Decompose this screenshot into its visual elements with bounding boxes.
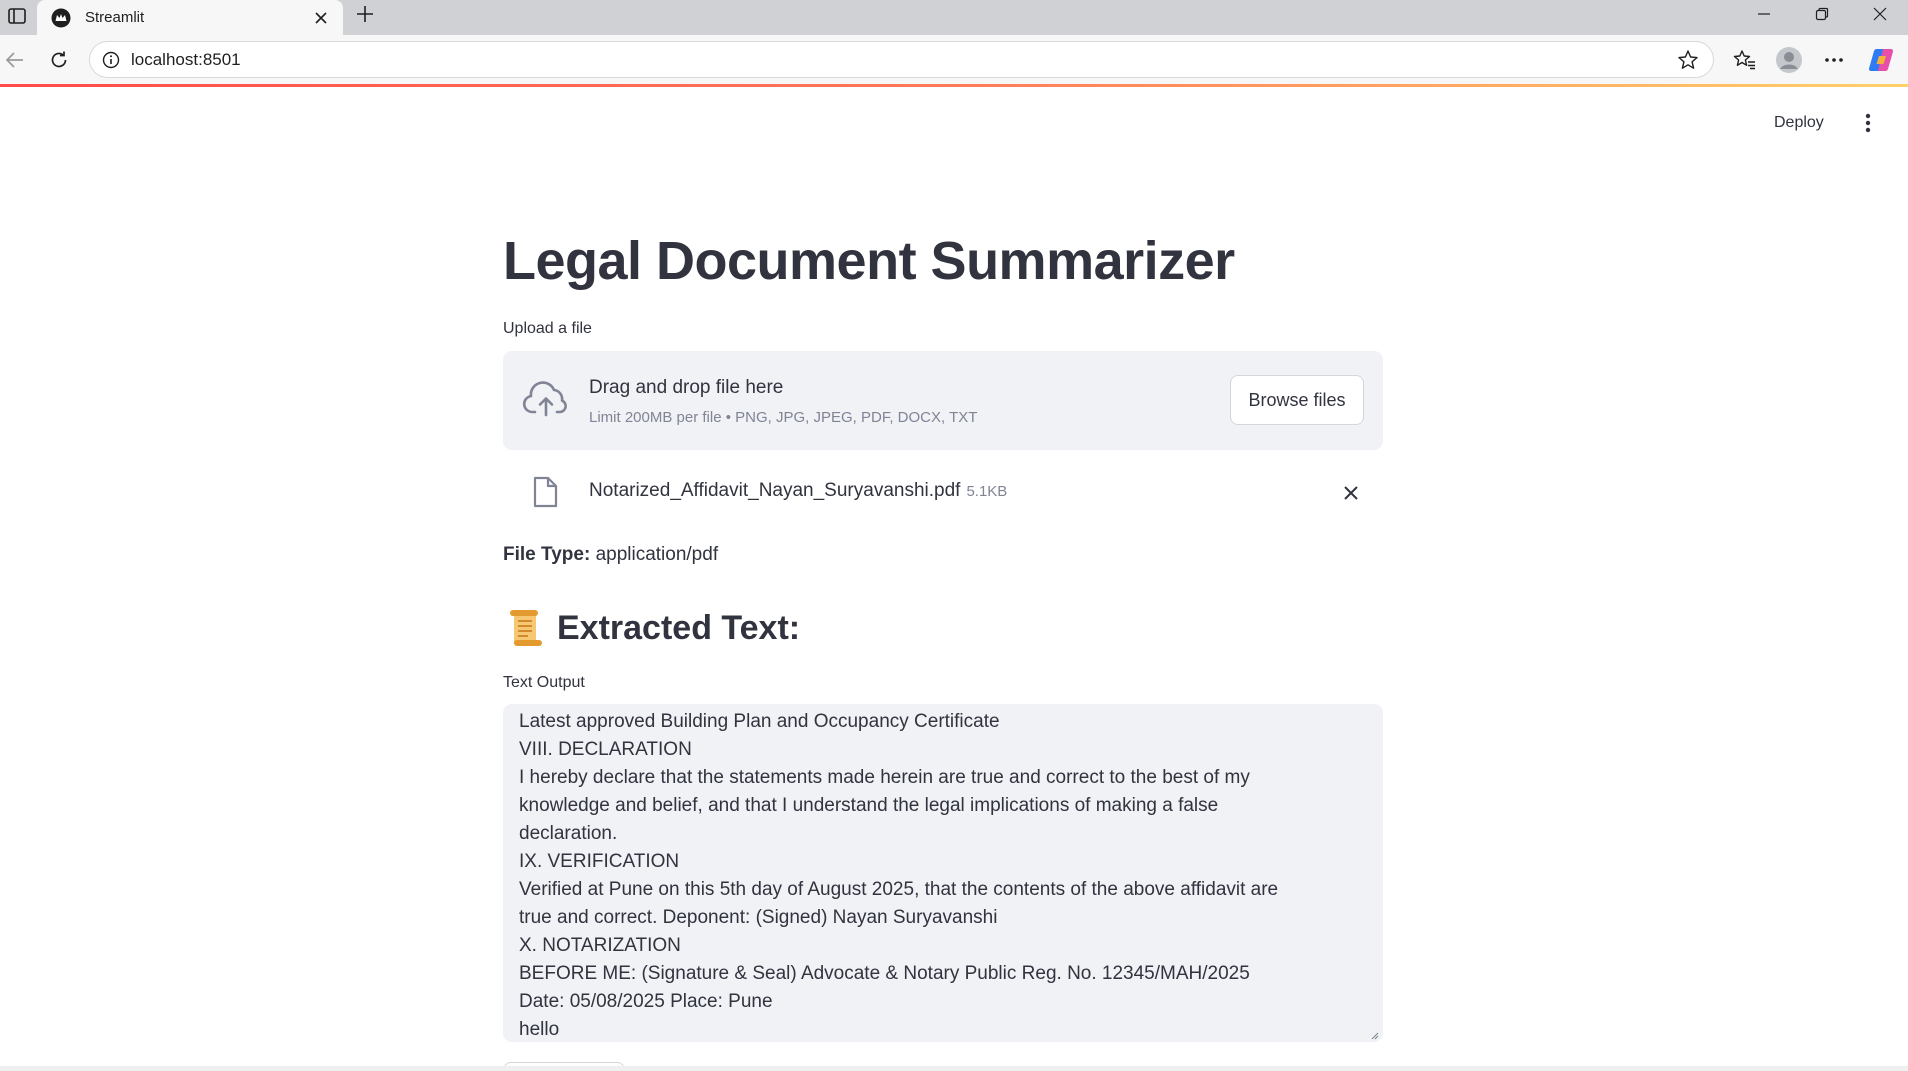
page-title: Legal Document Summarizer <box>503 231 1235 291</box>
address-url[interactable]: localhost:8501 <box>131 50 1675 70</box>
restore-icon[interactable] <box>1794 0 1850 28</box>
file-dropzone[interactable]: Drag and drop file here Limit 200MB per … <box>503 351 1383 450</box>
resize-grip-icon[interactable] <box>1369 1030 1379 1040</box>
text-output-line: X. NOTARIZATION <box>519 935 681 956</box>
file-size: 5.1KB <box>966 483 1008 500</box>
text-output-line: declaration. <box>519 823 618 844</box>
text-output-line: Verified at Pune on this 5th day of Augu… <box>519 879 1279 900</box>
browse-files-button[interactable]: Browse files <box>1230 375 1364 425</box>
file-name-text: Notarized_Affidavit_Nayan_Suryavanshi.pd… <box>589 480 961 501</box>
profile-icon[interactable] <box>1774 45 1804 75</box>
remove-file-button[interactable] <box>1336 478 1366 508</box>
browser-tab[interactable]: Streamlit <box>37 0 343 35</box>
sidebar-toggle-icon[interactable] <box>4 3 30 29</box>
browser-tab-bar: Streamlit <box>0 0 1908 35</box>
file-type-label: File Type: <box>503 544 591 565</box>
deploy-button[interactable]: Deploy <box>1764 106 1834 140</box>
tab-close-icon[interactable] <box>309 6 333 30</box>
dropzone-limit-text: Limit 200MB per file • PNG, JPG, JPEG, P… <box>589 409 978 426</box>
uploaded-file-name: Notarized_Affidavit_Nayan_Suryavanshi.pd… <box>589 480 1007 502</box>
text-output-line: BEFORE ME: (Signature & Seal) Advocate &… <box>519 963 1250 984</box>
back-arrow-icon[interactable] <box>0 45 30 75</box>
text-output-line: hello <box>519 1019 560 1040</box>
text-output-line: IX. VERIFICATION <box>519 851 680 872</box>
favorites-icon[interactable] <box>1730 45 1760 75</box>
text-output-line: knowledge and belief, and that I underst… <box>519 795 1219 816</box>
file-type-value: application/pdf <box>595 544 719 565</box>
cloud-upload-icon <box>522 381 567 417</box>
main-menu-button[interactable] <box>1852 106 1884 140</box>
extracted-text-title: Extracted Text: <box>557 608 801 647</box>
streamlit-crown-icon <box>51 8 71 28</box>
dropzone-title: Drag and drop file here <box>589 377 784 398</box>
uploaded-file-row: Notarized_Affidavit_Nayan_Suryavanshi.pd… <box>503 466 1383 518</box>
window-bottom-edge <box>0 1066 1908 1071</box>
close-icon <box>1344 486 1358 500</box>
ellipsis-icon[interactable] <box>1819 45 1849 75</box>
star-icon[interactable] <box>1675 47 1701 73</box>
file-icon <box>533 476 558 508</box>
extracted-text-heading: Extracted Text: <box>507 608 800 648</box>
text-output-label: Text Output <box>503 674 585 691</box>
text-output-line: Latest approved Building Plan and Occupa… <box>519 711 1000 732</box>
info-icon[interactable] <box>100 49 122 71</box>
text-output-line: true and correct. Deponent: (Signed) Nay… <box>519 907 998 928</box>
copilot-icon[interactable] <box>1866 45 1896 75</box>
address-bar[interactable]: localhost:8501 <box>89 41 1714 78</box>
upload-label: Upload a file <box>503 320 592 337</box>
tab-title: Streamlit <box>85 9 145 26</box>
new-tab-plus-icon[interactable] <box>350 0 380 28</box>
reload-icon[interactable] <box>44 45 74 75</box>
minimize-icon[interactable] <box>1736 0 1792 28</box>
kebab-menu-icon <box>1865 113 1871 133</box>
file-type-line: File Type: application/pdf <box>503 544 718 566</box>
text-output-line: Date: 05/08/2025 Place: Pune <box>519 991 773 1012</box>
browser-toolbar: localhost:8501 <box>0 35 1908 85</box>
text-output-line: VIII. DECLARATION <box>519 739 692 760</box>
app-header: Deploy <box>0 87 1908 159</box>
scroll-icon <box>510 610 542 646</box>
window-close-icon[interactable] <box>1852 0 1908 28</box>
text-output-area[interactable]: Latest approved Building Plan and Occupa… <box>503 704 1383 1042</box>
text-output-line: I hereby declare that the statements mad… <box>519 767 1250 788</box>
